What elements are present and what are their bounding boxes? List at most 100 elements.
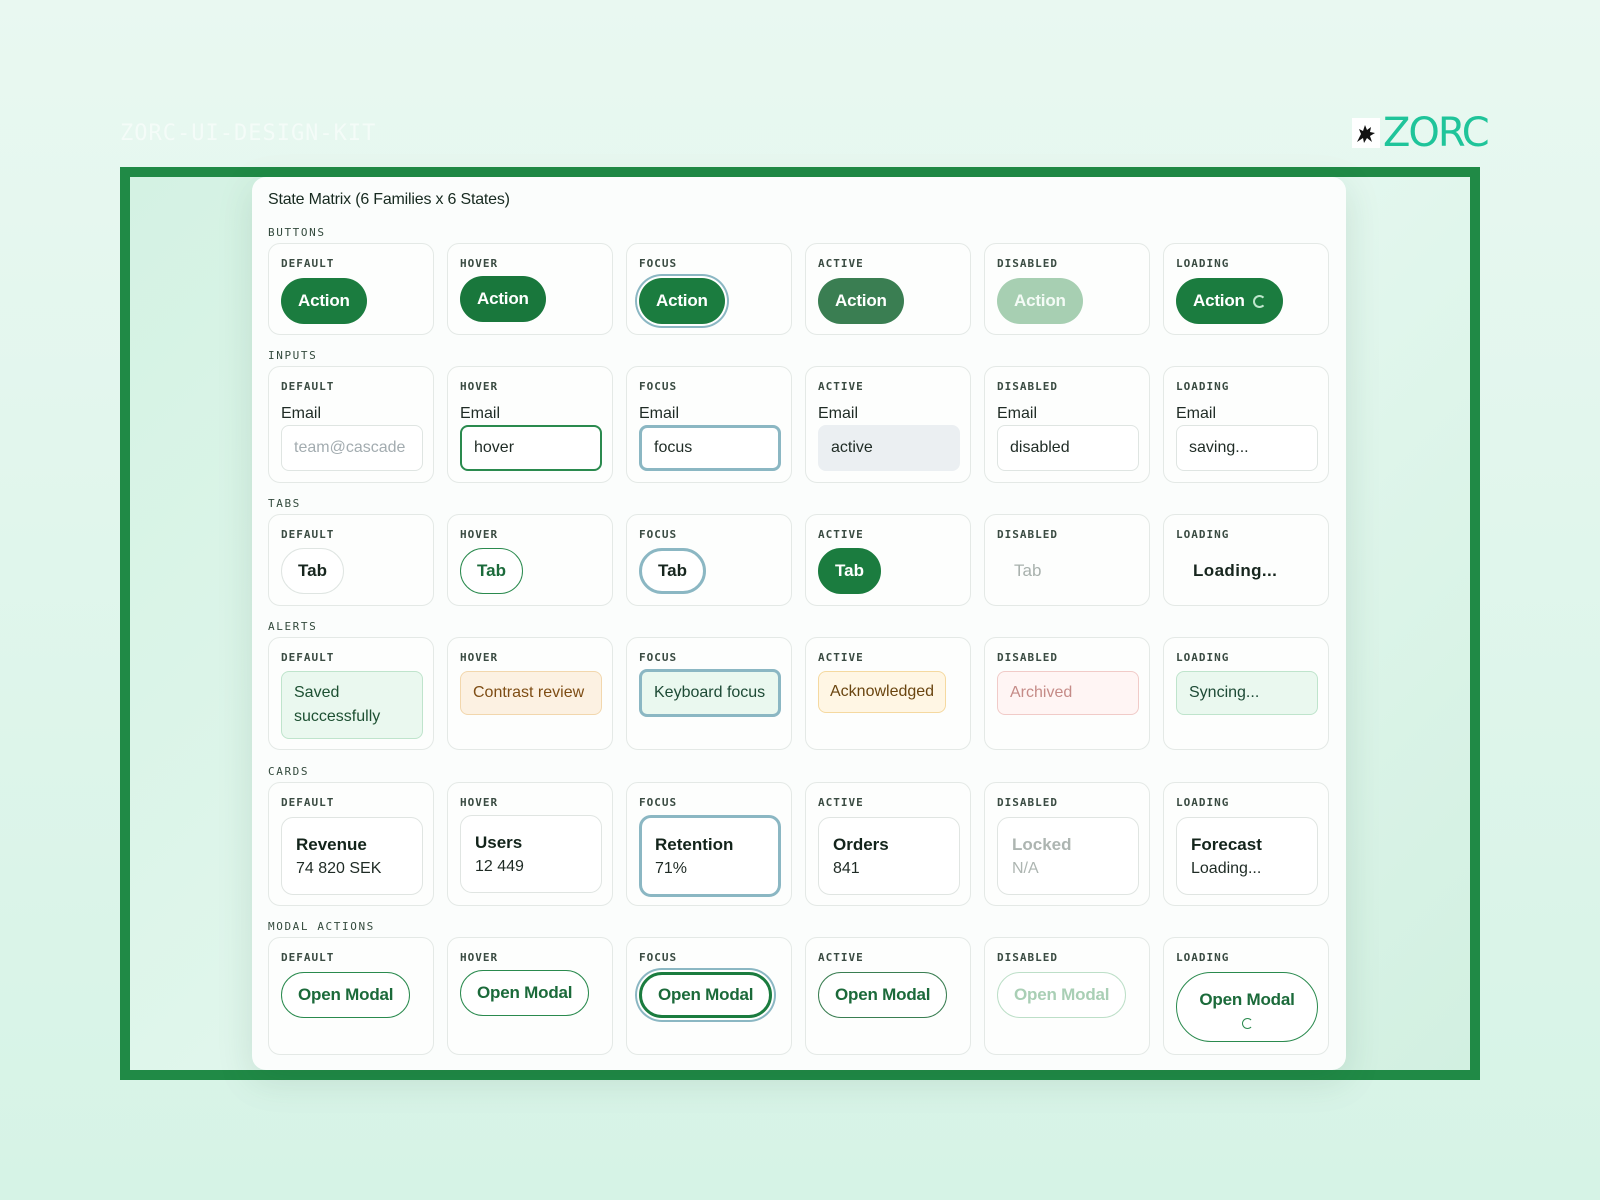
state-label: FOCUS: [639, 528, 678, 541]
kit-title: ZORC-UI-DESIGN-KIT: [120, 121, 377, 146]
action-button-loading[interactable]: Action: [1176, 278, 1283, 324]
metric-card-orders[interactable]: Orders 841: [818, 817, 960, 895]
state-label: DEFAULT: [281, 951, 335, 964]
button-label: Action: [1014, 291, 1066, 310]
action-button-default[interactable]: Action: [281, 278, 367, 324]
alert-cell-hover: HOVER Contrast review: [447, 637, 613, 750]
input-cell-default: DEFAULT Email team@cascade: [268, 366, 434, 483]
button-label: Action: [298, 291, 350, 310]
email-field-focus[interactable]: focus: [639, 425, 781, 471]
tab-cell-default: DEFAULT Tab: [268, 514, 434, 606]
alert-cell-focus: FOCUS Keyboard focus: [626, 637, 792, 750]
creature-icon: [1352, 118, 1380, 148]
logo-text: ZORC: [1383, 110, 1490, 156]
email-label: Email: [460, 405, 501, 422]
action-button-active[interactable]: Action: [818, 278, 904, 324]
state-label: LOADING: [1176, 257, 1230, 270]
button-cell-loading: LOADING Action: [1163, 243, 1329, 335]
button-cell-default: DEFAULT Action: [268, 243, 434, 335]
action-button-disabled[interactable]: Action: [997, 278, 1083, 324]
alert-warning: Contrast review: [460, 671, 602, 715]
tab-loading[interactable]: Loading...: [1176, 548, 1294, 594]
tab-hover[interactable]: Tab: [460, 548, 523, 594]
tab-cell-disabled: DISABLED Tab: [984, 514, 1150, 606]
open-modal-button-focus[interactable]: Open Modal: [639, 972, 773, 1018]
metric-card-retention[interactable]: Retention 71%: [639, 815, 781, 897]
state-label: FOCUS: [639, 951, 678, 964]
state-label: DISABLED: [997, 651, 1058, 664]
card-cell-default: DEFAULT Revenue 74 820 SEK: [268, 782, 434, 906]
metric-card-revenue[interactable]: Revenue 74 820 SEK: [281, 817, 423, 895]
email-field-active[interactable]: active: [818, 425, 960, 471]
metric-card-users[interactable]: Users 12 449: [460, 815, 602, 893]
email-label: Email: [281, 405, 322, 422]
email-field-default[interactable]: team@cascade: [281, 425, 423, 471]
card-cell-active: ACTIVE Orders 841: [805, 782, 971, 906]
state-label: DEFAULT: [281, 380, 335, 393]
tab-active[interactable]: Tab: [818, 548, 881, 594]
state-label: ACTIVE: [818, 257, 864, 270]
tab-cell-active: ACTIVE Tab: [805, 514, 971, 606]
tab-default[interactable]: Tab: [281, 548, 344, 594]
state-label: HOVER: [460, 951, 499, 964]
state-label: HOVER: [460, 257, 499, 270]
state-label: DEFAULT: [281, 651, 335, 664]
state-label: FOCUS: [639, 257, 678, 270]
state-label: DEFAULT: [281, 528, 335, 541]
tab-cell-hover: HOVER Tab: [447, 514, 613, 606]
state-label: DEFAULT: [281, 796, 335, 809]
open-modal-button-loading[interactable]: Open Modal: [1176, 972, 1318, 1042]
matrix-title: State Matrix (6 Families x 6 States): [268, 191, 510, 208]
email-field-disabled[interactable]: disabled: [997, 425, 1139, 471]
tab-disabled[interactable]: Tab: [997, 548, 1058, 594]
state-label: ACTIVE: [818, 528, 864, 541]
card-value: 841: [833, 860, 860, 877]
state-label: LOADING: [1176, 796, 1230, 809]
button-label: Action: [477, 289, 529, 308]
card-title: Forecast: [1191, 835, 1262, 854]
family-label-modal-actions: MODAL ACTIONS: [268, 920, 375, 933]
email-label: Email: [818, 405, 859, 422]
action-button-focus[interactable]: Action: [639, 278, 725, 324]
state-label: LOADING: [1176, 951, 1230, 964]
metric-card-locked[interactable]: Locked N/A: [997, 817, 1139, 895]
button-label: Action: [835, 291, 887, 310]
card-title: Retention: [655, 835, 734, 854]
family-label-alerts: ALERTS: [268, 620, 318, 633]
email-field-loading[interactable]: saving...: [1176, 425, 1318, 471]
open-modal-button-default[interactable]: Open Modal: [281, 972, 411, 1018]
state-label: DISABLED: [997, 528, 1058, 541]
state-label: LOADING: [1176, 651, 1230, 664]
input-cell-focus: FOCUS Email focus: [626, 366, 792, 483]
alert-cell-disabled: DISABLED Archived: [984, 637, 1150, 750]
input-cell-disabled: DISABLED Email disabled: [984, 366, 1150, 483]
open-modal-button-hover[interactable]: Open Modal: [460, 970, 590, 1016]
state-label: DEFAULT: [281, 257, 335, 270]
alert-acknowledged: Acknowledged: [818, 671, 947, 713]
state-label: HOVER: [460, 796, 499, 809]
state-label: HOVER: [460, 380, 499, 393]
open-modal-button-disabled[interactable]: Open Modal: [997, 972, 1127, 1018]
modal-cell-default: DEFAULT Open Modal: [268, 937, 434, 1055]
card-value: N/A: [1012, 860, 1039, 877]
open-modal-button-active[interactable]: Open Modal: [818, 972, 948, 1018]
state-label: LOADING: [1176, 528, 1230, 541]
metric-card-forecast[interactable]: Forecast Loading...: [1176, 817, 1318, 895]
family-label-tabs: TABS: [268, 497, 301, 510]
button-cell-active: ACTIVE Action: [805, 243, 971, 335]
button-cell-focus: FOCUS Action: [626, 243, 792, 335]
spinner-icon: [1241, 1017, 1253, 1029]
card-title: Revenue: [296, 835, 367, 854]
state-label: FOCUS: [639, 796, 678, 809]
state-label: ACTIVE: [818, 651, 864, 664]
action-button-hover[interactable]: Action: [460, 276, 546, 322]
email-field-hover[interactable]: hover: [460, 425, 602, 471]
tab-focus[interactable]: Tab: [639, 548, 706, 594]
alert-cell-loading: LOADING Syncing...: [1163, 637, 1329, 750]
card-cell-loading: LOADING Forecast Loading...: [1163, 782, 1329, 906]
state-label: ACTIVE: [818, 796, 864, 809]
email-label: Email: [1176, 405, 1217, 422]
modal-cell-loading: LOADING Open Modal: [1163, 937, 1329, 1055]
alert-focus: Keyboard focus: [639, 669, 781, 717]
state-label: ACTIVE: [818, 380, 864, 393]
